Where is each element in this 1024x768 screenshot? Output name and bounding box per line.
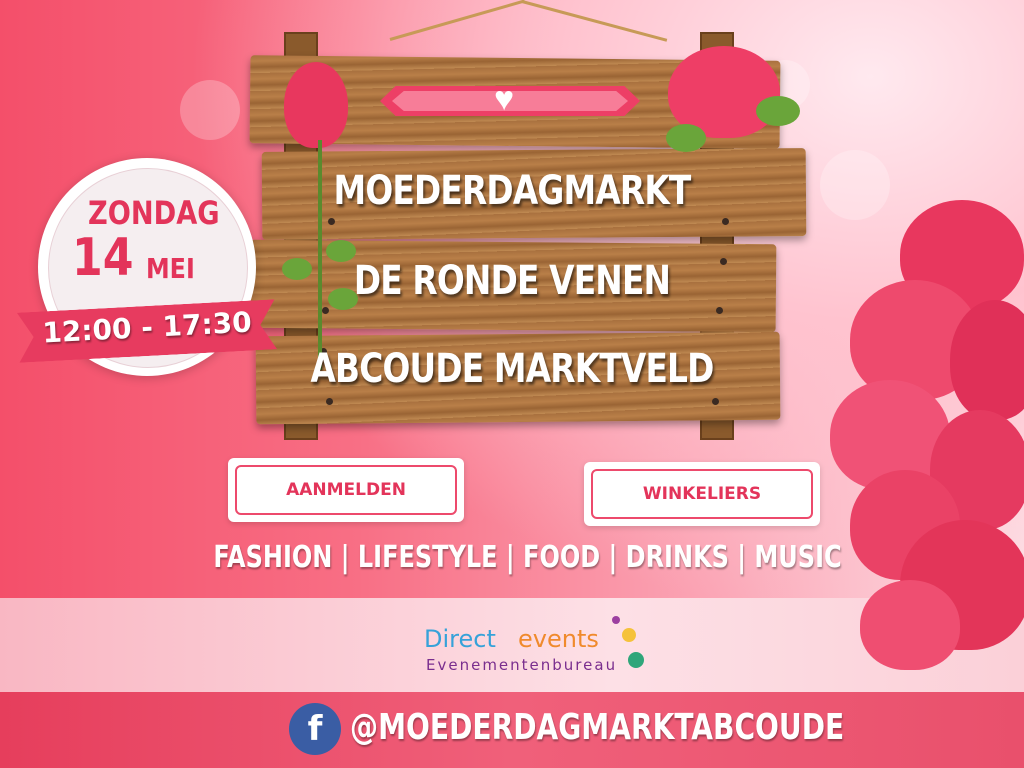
register-button[interactable]: AANMELDEN [228, 458, 464, 522]
logo-dot [628, 652, 644, 668]
register-button-label: AANMELDEN [235, 465, 457, 515]
facebook-handle[interactable]: @MOEDERDAGMARKTABCOUDE [350, 707, 844, 748]
logo-dot [612, 616, 620, 624]
bokeh-light [180, 80, 240, 140]
date-month: MEI [146, 252, 195, 285]
date-weekday: ZONDAG [88, 194, 220, 232]
logo-word-events: events [518, 625, 599, 653]
facebook-icon[interactable]: f [289, 703, 341, 755]
date-day: 14 [72, 228, 134, 288]
sign-location: ABCOUDE MARKTVELD [310, 346, 714, 392]
category-list: FASHION | LIFESTYLE | FOOD | DRINKS | MU… [213, 540, 842, 575]
heart-icon: ♥ [494, 80, 515, 118]
shops-button[interactable]: WINKELIERS [584, 462, 820, 526]
logo-word-direct: Direct [424, 625, 496, 653]
shops-button-label: WINKELIERS [591, 469, 813, 519]
logo-dot [622, 628, 636, 642]
logo-subtitle: Evenementenbureau [426, 656, 618, 674]
